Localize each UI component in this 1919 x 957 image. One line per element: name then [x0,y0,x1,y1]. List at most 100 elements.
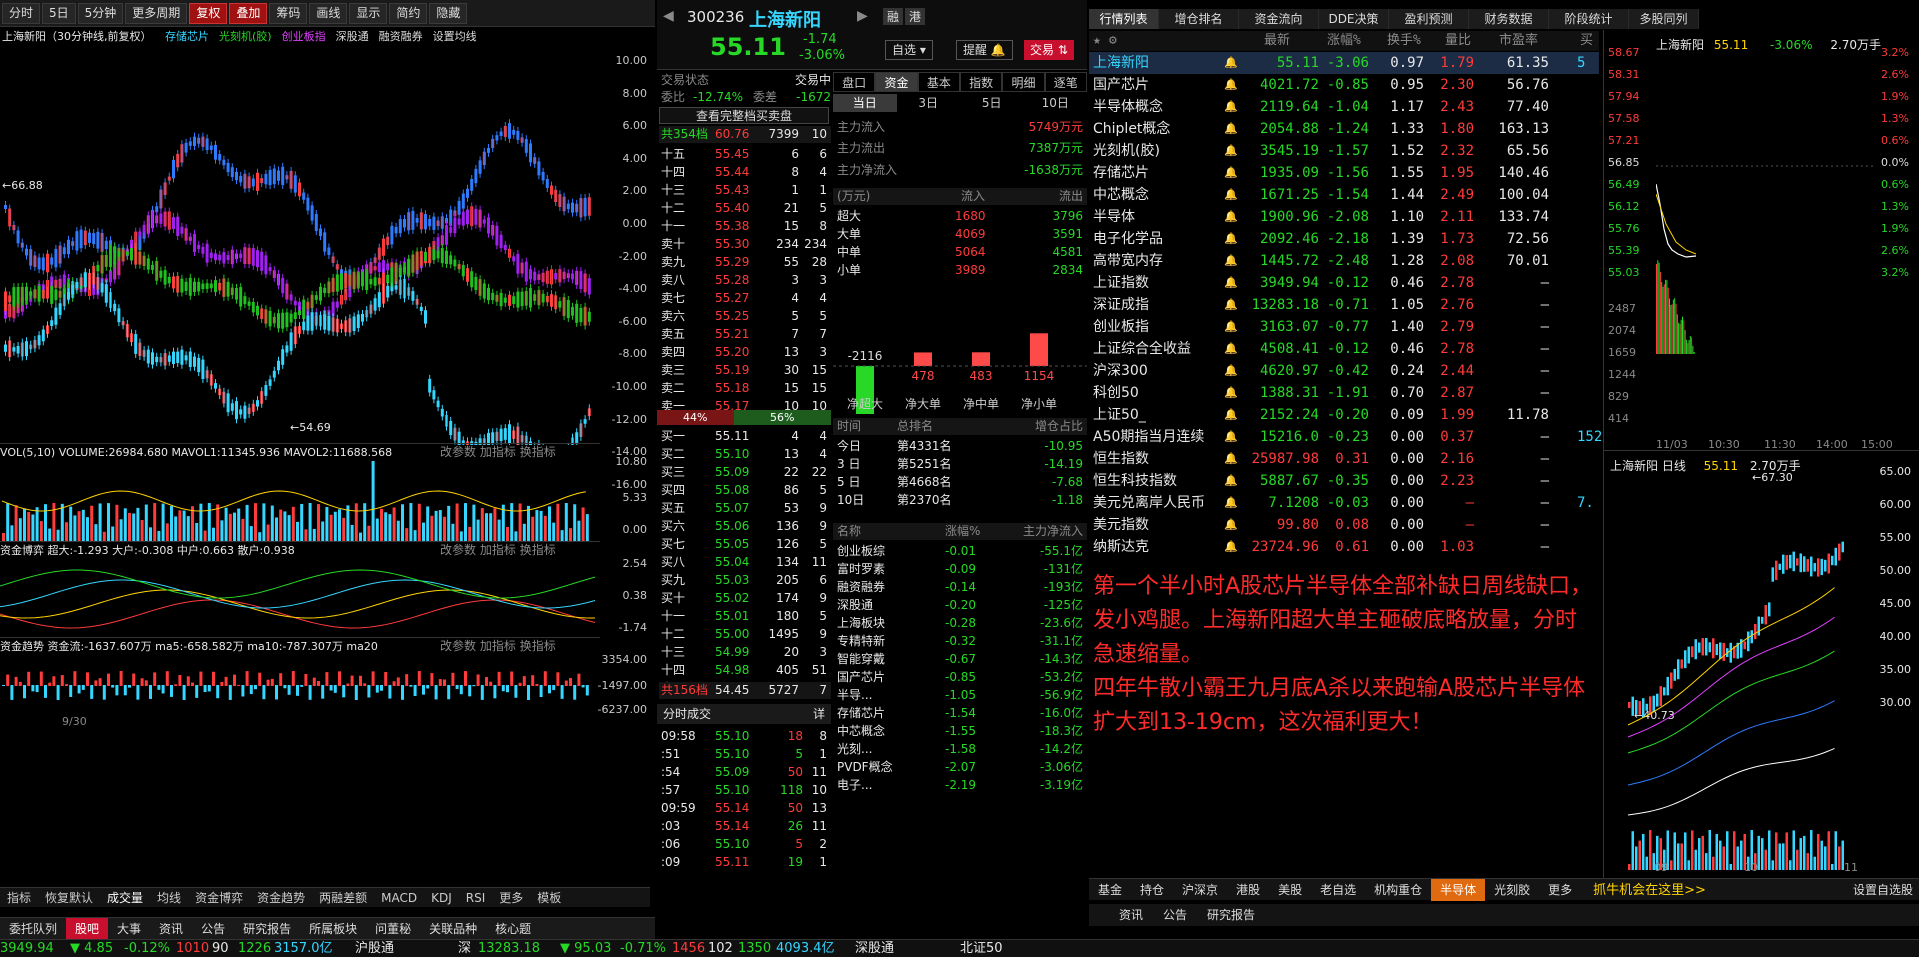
indicator-tab-5[interactable]: 资金趋势 [250,888,312,908]
sector-row[interactable]: 中芯概念 -1.55 -18.3亿 [833,723,1087,740]
market-tab-0[interactable]: 行情列表 [1089,9,1159,29]
mini-intraday-panel[interactable]: 上海新阳 55.11 -3.06% 2.70万手 58.67 3.2% 58.31 2… [1603,30,1919,451]
bell-icon[interactable]: 🔔 [1224,228,1238,250]
market-row[interactable]: 上证指数 🔔 3949.94 -0.12 0.46 2.78 — [1089,272,1599,294]
toolbar-btn-5[interactable]: 叠加 [229,2,268,24]
bottom-tab-6[interactable]: 所属板块 [300,918,366,940]
overlay-5[interactable]: 设置均线 [433,30,477,43]
watchlist-tab-7[interactable]: 半导体 [1431,879,1486,901]
watchlist-tab-9[interactable]: 更多 [1539,879,1581,901]
market-row[interactable]: 存储芯片 🔔 1935.09 -1.56 1.55 1.95 140.46 [1089,162,1599,184]
book-row[interactable]: 买四 55.08 86 5 [659,482,831,499]
bell-icon[interactable]: 🔔 [1224,470,1238,492]
watchlist-tab-5[interactable]: 老自选 [1311,879,1365,901]
bell-icon[interactable]: 🔔 [1224,272,1238,294]
market-row[interactable]: 光刻机(胶) 🔔 3545.19 -1.57 1.52 2.32 65.56 [1089,140,1599,162]
kline-svg[interactable] [0,47,600,445]
market-row[interactable]: 中芯概念 🔔 1671.25 -1.54 1.44 2.49 100.04 [1089,184,1599,206]
watchlist-tab-3[interactable]: 港股 [1227,879,1269,901]
market-tab-4[interactable]: 盈利预测 [1389,9,1469,29]
market-tab-5[interactable]: 财务数据 [1469,9,1549,29]
book-row[interactable]: 卖五 55.21 7 7 [659,326,831,343]
flow-period-2[interactable]: 5日 [960,94,1024,112]
book-row[interactable]: 买十 55.02 174 9 [659,590,831,607]
sector-row[interactable]: 国产芯片 -0.85 -53.2亿 [833,669,1087,686]
trade-button[interactable]: 交易 ⇅ [1024,40,1074,60]
book-row[interactable]: 卖三 55.19 30 15 [659,362,831,379]
bell-icon[interactable]: 🔔 [1224,426,1238,448]
market-row[interactable]: 电子化学品 🔔 2092.46 -2.18 1.39 1.73 72.56 [1089,228,1599,250]
bell-icon[interactable]: 🔔 [1224,360,1238,382]
toolbar-btn-6[interactable]: 筹码 [269,2,308,24]
indicator-tab-6[interactable]: 两融差额 [312,888,374,908]
overlay-0[interactable]: 存储芯片 [165,30,209,43]
toolbar-btn-8[interactable]: 显示 [349,2,388,24]
bell-icon[interactable]: 🔔 [1224,294,1238,316]
bell-icon[interactable]: 🔔 [1224,536,1238,558]
market-row[interactable]: 上证50_ 🔔 2152.24 -0.20 0.09 1.99 11.78 [1089,404,1599,426]
tag-hk[interactable]: 港 [905,8,926,25]
market-row[interactable]: Chiplet概念 🔔 2054.88 -1.24 1.33 1.80 163.13 [1089,118,1599,140]
news-tab-0[interactable]: 资讯 [1109,904,1153,926]
news-tab-1[interactable]: 公告 [1153,904,1197,926]
book-row[interactable]: 买六 55.06 136 9 [659,518,831,535]
bottom-info-tabs[interactable]: 委托队列 股吧 大事 资讯 公告 研究报告 所属板块 问董秘 关联品种 核心题 [0,917,655,940]
book-row[interactable]: 买九 55.03 205 6 [659,572,831,589]
sector-row[interactable]: 智能穿戴 -0.67 -14.3亿 [833,651,1087,668]
bottom-tab-3[interactable]: 资讯 [150,918,192,940]
sector-row[interactable]: 创业板综 -0.01 -55.1亿 [833,543,1087,560]
bell-icon[interactable]: 🔔 [1224,338,1238,360]
book-row[interactable]: 买一 55.11 4 4 [659,428,831,445]
zjqs-actions[interactable]: 改参数 加指标 换指标 [440,637,556,654]
book-row[interactable]: 十三 54.99 20 3 [659,644,831,661]
book-row[interactable]: 卖九 55.29 55 28 [659,254,831,271]
book-row[interactable]: 卖二 55.18 15 15 [659,380,831,397]
hgt-link[interactable]: 沪股通 [355,940,394,957]
book-row[interactable]: 十四 54.98 405 51 [659,662,831,679]
toolbar-btn-0[interactable]: 分时 [2,2,41,24]
sector-row[interactable]: 融资融券 -0.14 -193亿 [833,579,1087,596]
market-tab-1[interactable]: 增仓排名 [1159,9,1239,29]
flow-tab-4[interactable]: 明细 [1002,72,1045,92]
flow-period-1[interactable]: 3日 [897,94,961,112]
overlay-3[interactable]: 深股通 [336,30,369,43]
flow-tab-2[interactable]: 基本 [917,72,960,92]
market-tab-7[interactable]: 多股同列 [1629,9,1699,29]
book-row[interactable]: 卖十 55.30 234 234 [659,236,831,253]
market-tab-2[interactable]: 资金流向 [1239,9,1319,29]
bell-icon[interactable]: 🔔 [1224,184,1238,206]
flow-tab-5[interactable]: 逐笔 [1044,72,1087,92]
indicator-tab-7[interactable]: MACD [374,888,424,908]
toolbar-btn-1[interactable]: 5日 [42,2,76,24]
kline-chart-area[interactable]: 上海新阳（30分钟线,前复权） 存储芯片 光刻机(胶) 创业板指 深股通 融资融券 设置均… [0,27,655,907]
market-row[interactable]: 沪深300 🔔 4620.97 -0.42 0.24 2.44 — [1089,360,1599,382]
indicator-tab-1[interactable]: 恢复默认 [38,888,100,908]
book-row[interactable]: 卖六 55.25 5 5 [659,308,831,325]
overlay-4[interactable]: 融资融券 [379,30,423,43]
sector-row[interactable]: 深股通 -0.20 -125亿 [833,597,1087,614]
indicator-tab-0[interactable]: 指标 [0,888,38,908]
book-row[interactable]: 十五 55.45 6 6 [659,146,831,163]
indicator-tab-10[interactable]: 更多 [492,888,530,908]
mini-daily-panel[interactable]: 上海新阳 日线 55.11 2.70万手 ←67.30 ←40.73 65.00… [1603,450,1919,878]
toolbar-btn-2[interactable]: 5分钟 [77,2,124,24]
sector-row[interactable]: 上海板块 -0.28 -23.6亿 [833,615,1087,632]
book-row[interactable]: 买五 55.07 53 9 [659,500,831,517]
market-row[interactable]: 高带宽内存 🔔 1445.72 -2.48 1.28 2.08 70.01 [1089,250,1599,272]
book-row[interactable]: 十四 55.44 8 4 [659,164,831,181]
bell-icon[interactable]: 🔔 [1224,250,1238,272]
watchlist-tab-4[interactable]: 美股 [1269,879,1311,901]
book-row[interactable]: 买三 55.09 22 22 [659,464,831,481]
vol-actions[interactable]: 改参数 加指标 换指标 [440,443,556,460]
alert-button[interactable]: 提醒 🔔 [956,40,1013,60]
bell-icon[interactable]: 🔔 [1224,162,1238,184]
book-row[interactable]: 卖七 55.27 4 4 [659,290,831,307]
sector-row[interactable]: PVDF概念 -2.07 -3.06亿 [833,759,1087,776]
market-row[interactable]: 半导体概念 🔔 2119.64 -1.04 1.17 2.43 77.40 [1089,96,1599,118]
market-row[interactable]: 上证综合全收益 🔔 4508.41 -0.12 0.46 2.78 — [1089,338,1599,360]
watchlist-tab-0[interactable]: 基金 [1089,879,1131,901]
sgt-link[interactable]: 深股通 [855,940,894,957]
book-row[interactable]: 买八 55.04 134 11 [659,554,831,571]
sector-row[interactable]: 存储芯片 -1.54 -16.0亿 [833,705,1087,722]
watchlist-tab-6[interactable]: 机构重仓 [1365,879,1431,901]
